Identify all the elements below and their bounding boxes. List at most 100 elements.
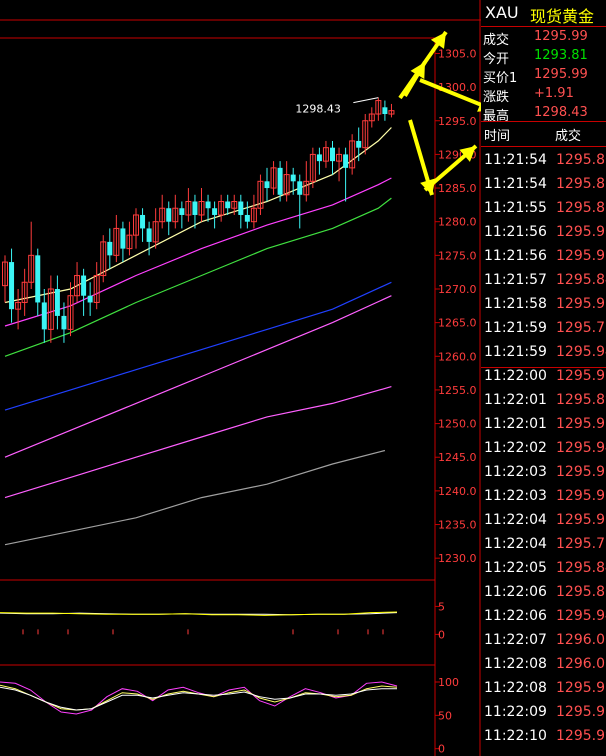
tick-price: 1295.91	[556, 248, 606, 264]
candle-body-down	[9, 262, 15, 310]
tick-price: 1295.94	[556, 344, 606, 360]
instrument-name: 现货黄金	[530, 7, 595, 26]
candle-body-down	[179, 208, 185, 215]
candle-body-down	[212, 208, 218, 215]
tick-price: 1295.93	[556, 512, 606, 528]
tick-price: 1295.80	[556, 152, 606, 168]
quote-row: 今开 1293.81	[481, 46, 606, 67]
tick-time: 11:22:08	[484, 680, 547, 696]
indicator2-tick-label: 50	[438, 709, 452, 722]
tick-row: 11:22:03 1295.93	[481, 486, 606, 510]
tick-price: 1295.99	[556, 728, 606, 744]
price-tick-label: 1270.0	[438, 283, 477, 296]
tick-price: 1295.75	[556, 536, 606, 552]
tick-price: 1295.93	[556, 416, 606, 432]
tick-row: 11:22:02 1295.94	[481, 438, 606, 462]
candle-body-down	[107, 241, 113, 256]
tick-row: 11:22:08 1295.98	[481, 678, 606, 702]
tick-price: 1295.93	[556, 368, 606, 384]
tick-time: 11:22:00	[484, 368, 547, 384]
indicator1-tick-label: 5	[438, 600, 445, 613]
candle-body-down	[238, 201, 244, 215]
price-tick-label: 1305.0	[438, 47, 477, 60]
candle-body-down	[277, 167, 283, 195]
tick-price: 1296.03	[556, 632, 606, 648]
tick-price: 1295.93	[556, 464, 606, 480]
candle-body-down	[225, 201, 231, 209]
tick-time: 11:21:59	[484, 320, 547, 336]
indicator2-tick-label: 100	[438, 676, 459, 689]
ticks-header-time: 时间	[484, 129, 511, 144]
candle-body-down	[140, 214, 146, 229]
quote-value: 1298.43	[534, 105, 588, 120]
tick-time: 11:21:58	[484, 296, 547, 312]
quote-panel-rule	[481, 26, 606, 27]
candle-body-down	[35, 255, 41, 303]
indicator1-tick-label: 0	[438, 628, 445, 641]
price-tick-label: 1295.0	[438, 115, 477, 128]
price-tick-label: 1245.0	[438, 451, 477, 464]
tick-row: 11:21:54 1295.87	[481, 174, 606, 198]
chart-frame	[0, 0, 481, 756]
tick-time: 11:21:54	[484, 152, 547, 168]
tick-price: 1295.94	[556, 608, 606, 624]
tick-time: 11:22:07	[484, 632, 547, 648]
quote-value: 1295.99	[534, 29, 588, 44]
tick-row: 11:22:05 1295.84	[481, 558, 606, 582]
tick-price: 1295.93	[556, 488, 606, 504]
candle-body-down	[146, 228, 152, 242]
price-tick-label: 1280.0	[438, 216, 477, 229]
tick-time: 11:22:09	[484, 704, 547, 720]
tick-time: 11:21:54	[484, 176, 547, 192]
tick-row: 11:22:07 1296.03	[481, 630, 606, 654]
tick-row: 11:21:58 1295.91	[481, 294, 606, 318]
candle-body-down	[205, 201, 211, 209]
tick-price: 1295.84	[556, 560, 606, 576]
candle-body-down	[330, 147, 335, 162]
price-tick-label: 1255.0	[438, 384, 477, 397]
tick-row: 11:22:00 1295.93	[481, 366, 606, 390]
quote-value: 1295.99	[534, 67, 588, 82]
tick-row: 11:21:59 1295.94	[481, 342, 606, 366]
quote-value: +1.91	[534, 86, 574, 101]
tick-row: 11:22:10 1295.99	[481, 726, 606, 750]
tick-row: 11:21:56 1295.90	[481, 222, 606, 246]
chart-area: 1230.0 1235.0 1240.0 1245.0 1250.0 1255.0 1260…	[0, 0, 481, 756]
high-annotation-label: 1298.43	[295, 103, 341, 116]
tick-price: 1295.93	[556, 704, 606, 720]
candle-body-down	[54, 288, 60, 316]
tick-time: 11:22:03	[484, 488, 547, 504]
candle-body-down	[192, 201, 198, 215]
tick-row: 11:21:56 1295.91	[481, 246, 606, 270]
quote-panel-rule	[481, 146, 606, 147]
tick-row: 11:22:03 1295.93	[481, 462, 606, 486]
tick-price: 1295.84	[556, 272, 606, 288]
price-tick-label: 1260.0	[438, 350, 477, 363]
candle-body-down	[382, 107, 388, 115]
tick-price: 1295.89	[556, 392, 606, 408]
symbol-label: XAU	[485, 3, 519, 22]
ticks-header-price: 成交	[555, 129, 582, 144]
tick-price: 1295.80	[556, 584, 606, 600]
candle-body-down	[120, 228, 126, 249]
tick-time: 11:22:05	[484, 560, 547, 576]
quote-panel: XAU 现货黄金 成交 1295.99 今开 1293.81 买价1 1295.99 涨跌 +…	[481, 0, 606, 756]
price-tick-label: 1275.0	[438, 249, 477, 262]
tick-row: 11:21:54 1295.80	[481, 150, 606, 174]
price-tick-label: 1285.0	[438, 182, 477, 195]
indicator2-tick-label: 0	[438, 743, 445, 756]
tick-row: 11:22:01 1295.93	[481, 414, 606, 438]
tick-time: 11:21:59	[484, 344, 547, 360]
price-tick-label: 1230.0	[438, 552, 477, 565]
price-tick-label: 1250.0	[438, 418, 477, 431]
ticks-header: 时间 成交	[481, 122, 606, 146]
candle-body-down	[61, 315, 67, 330]
candle-body-down	[356, 140, 362, 148]
tick-time: 11:22:04	[484, 536, 547, 552]
tick-time: 11:22:02	[484, 440, 547, 456]
quote-row: 最高 1298.43	[481, 103, 606, 124]
tick-row: 11:21:59 1295.76	[481, 318, 606, 342]
candle-body-down	[244, 214, 250, 222]
tick-price: 1295.94	[556, 440, 606, 456]
tick-time: 11:22:04	[484, 512, 547, 528]
